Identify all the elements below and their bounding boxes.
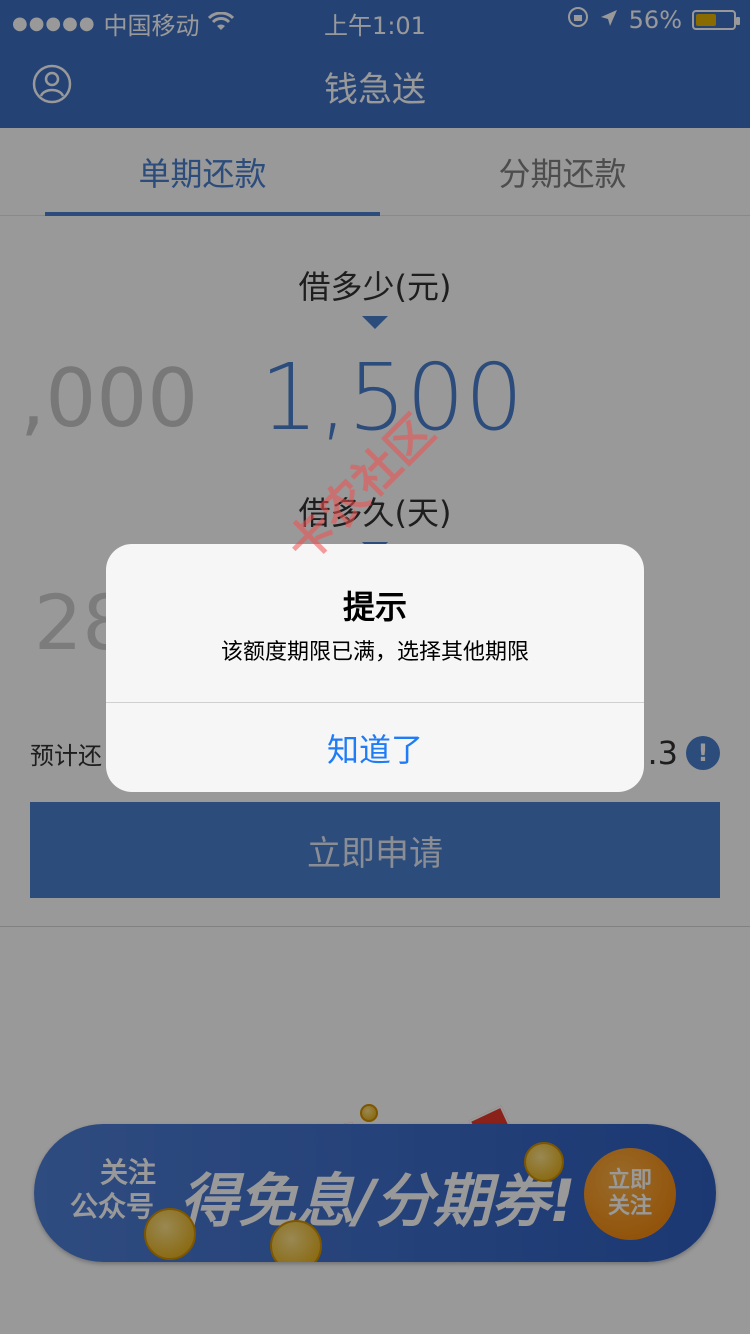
alert-dialog: 提示 该额度期限已满，选择其他期限 知道了	[106, 544, 644, 792]
dialog-ok-button[interactable]: 知道了	[106, 703, 644, 792]
dialog-title: 提示	[342, 588, 407, 626]
dialog-message: 该额度期限已满，选择其他期限	[220, 640, 529, 665]
